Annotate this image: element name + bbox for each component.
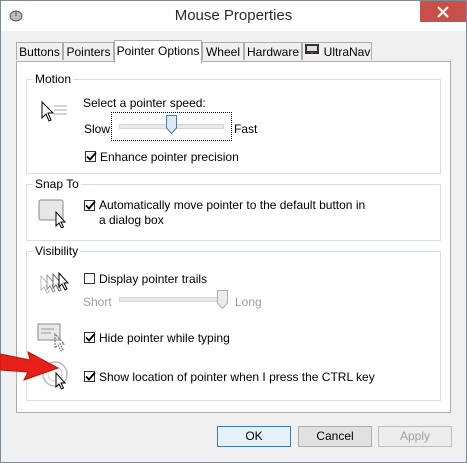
tab-buttons[interactable]: Buttons [16,42,63,60]
visibility-group-label: Visibility [33,244,81,258]
tab-pointer-options[interactable]: Pointer Options [114,40,202,63]
pointer-speed-icon [40,100,68,127]
tab-wheel[interactable]: Wheel [202,42,244,60]
apply-button[interactable]: Apply [378,426,452,447]
slow-label: Slow [84,122,111,136]
tab-ultranav[interactable]: UltraNav [302,42,372,60]
tab-label: Hardware [246,45,300,59]
snap-to-group-label: Snap To [33,177,81,191]
tab-pointers[interactable]: Pointers [63,42,114,60]
trails-slider-track[interactable] [119,297,224,302]
window-title: Mouse Properties [174,7,293,24]
cancel-button[interactable]: Cancel [298,426,372,447]
trails-slider-thumb[interactable] [217,290,228,312]
visibility-group: Visibility Display pointer trails Short … [26,244,441,401]
short-label: Short [83,295,112,309]
snap-to-default-checkbox[interactable] [84,200,96,211]
speed-slider-thumb[interactable] [165,115,177,137]
hide-pointer-typing-label[interactable]: Hide pointer while typing [99,331,230,345]
pointer-trails-label[interactable]: Display pointer trails [99,272,207,286]
tab-label: Pointers [66,45,111,59]
motion-group: Motion Select a pointer speed: Slow Fast [26,72,441,174]
tab-label: Wheel [205,45,240,59]
tab-hardware[interactable]: Hardware [244,42,302,60]
checkmark-icon [85,200,96,210]
checkmark-icon [85,332,96,342]
close-button[interactable] [420,1,466,22]
close-icon [437,5,449,18]
snap-to-group: Snap To Automatically move pointer to th… [26,177,441,241]
hide-pointer-typing-checkbox[interactable] [84,332,96,343]
show-location-ctrl-label[interactable]: Show location of pointer when I press th… [99,370,375,384]
snap-to-default-label[interactable]: Automatically move pointer to the defaul… [99,198,374,228]
snap-to-button-icon [38,198,72,231]
pointer-trails-checkbox[interactable] [84,273,95,284]
pointer-options-panel: Motion Select a pointer speed: Slow Fast [16,61,451,413]
mouse-properties-dialog: Mouse Properties Buttons Pointers Pointe… [0,0,467,463]
tab-label: UltraNav [323,44,371,59]
tab-label: Buttons [19,45,60,59]
fast-label: Fast [234,122,258,136]
pointer-trails-icon [39,271,73,303]
tab-label: Pointer Options [116,44,200,58]
show-location-ctrl-checkbox[interactable] [84,371,96,382]
title-bar: Mouse Properties [1,1,466,31]
ok-button[interactable]: OK [217,426,291,447]
red-arrow-annotation-icon [0,351,60,381]
long-label: Long [235,295,262,309]
pointer-speed-label: Select a pointer speed: [83,96,206,110]
ultranav-icon [304,42,320,61]
checkmark-icon [85,371,96,381]
enhance-precision-checkbox[interactable] [85,151,97,162]
enhance-precision-label[interactable]: Enhance pointer precision [100,150,239,164]
motion-group-label: Motion [33,72,74,86]
checkmark-icon [86,151,97,161]
